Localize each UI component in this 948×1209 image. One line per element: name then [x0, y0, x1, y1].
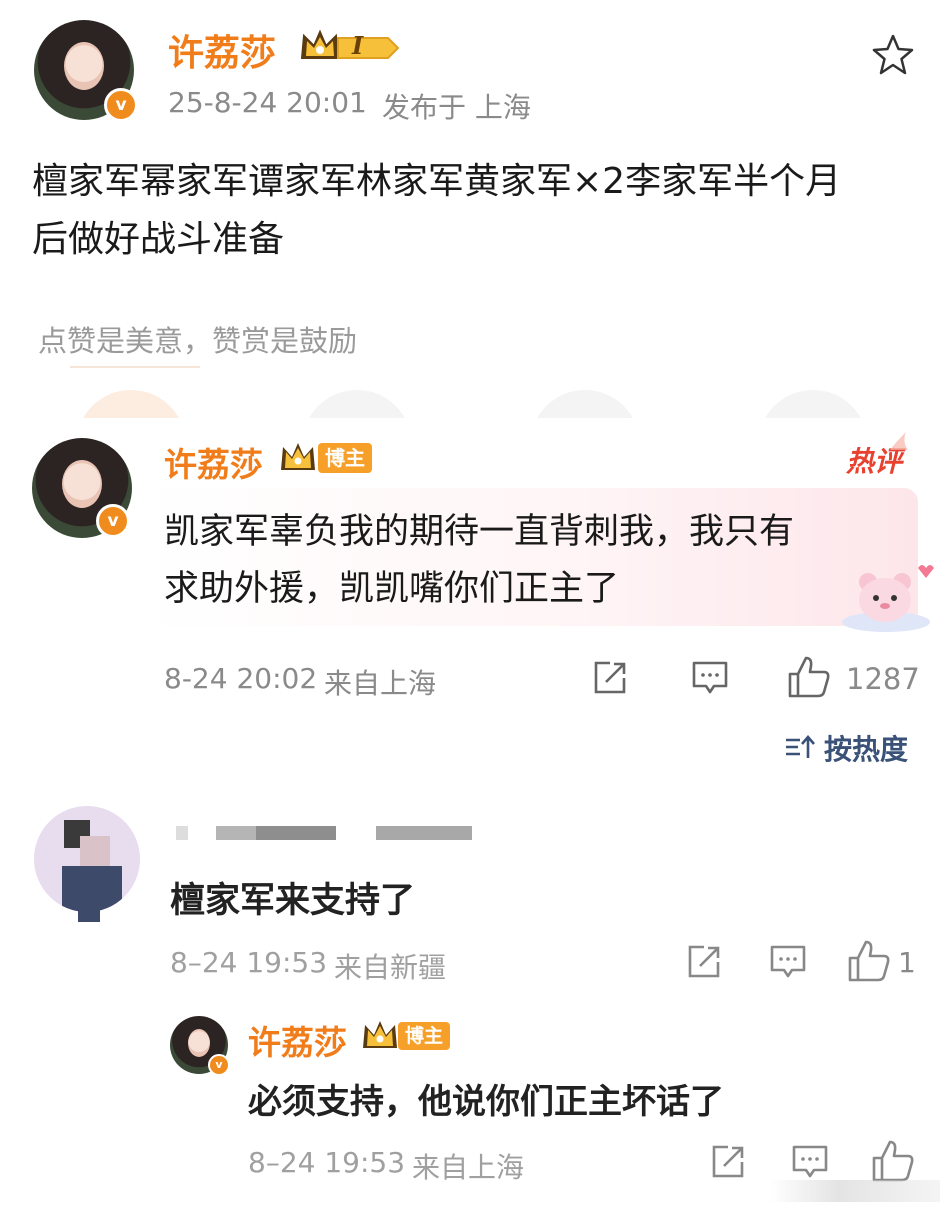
reward-hint: 点赞是美意，赞赏是鼓励: [38, 324, 358, 358]
hot-comment-timestamp: 8-24 20:02: [164, 662, 318, 695]
blogger-badge: 博主: [318, 443, 372, 473]
crown-icon: [281, 443, 315, 470]
comment-icon[interactable]: [768, 942, 808, 982]
crown-icon: [363, 1021, 397, 1048]
share-icon[interactable]: [590, 658, 630, 698]
hot-comment-text: 凯家军辜负我的期待一直背刺我，我只有: [164, 512, 795, 552]
sort-toggle[interactable]: 按热度: [824, 728, 908, 768]
comment-text: 檀家军来支持了: [170, 881, 416, 921]
bear-sticker-icon: [842, 565, 934, 632]
level-badge: I: [352, 31, 364, 60]
star-icon[interactable]: [870, 32, 916, 78]
blogger-badge: 博主: [398, 1022, 450, 1050]
post-location: 发布于 上海: [382, 91, 531, 124]
verified-badge-icon: v: [208, 1054, 230, 1076]
watermark: [770, 1180, 940, 1202]
avatar-pixel-block: [78, 896, 100, 922]
hot-comment-text: 求助外援，凯凯嘴你们正主了: [164, 569, 620, 609]
verified-badge-icon: v: [96, 504, 130, 538]
post-body-line: 后做好战斗准备: [32, 219, 285, 260]
reply-timestamp: 8–24 19:53: [248, 1146, 406, 1179]
flame-icon: [890, 432, 908, 450]
verified-badge-icon: v: [104, 88, 138, 122]
reply-text: 必须支持，他说你们正主坏话了: [248, 1082, 724, 1122]
like-icon[interactable]: [846, 938, 892, 984]
hot-comment-location: 来自上海: [324, 667, 437, 700]
comment-like-count: 1: [898, 946, 916, 979]
comment-icon[interactable]: [790, 1142, 830, 1182]
share-icon[interactable]: [684, 942, 724, 982]
like-icon[interactable]: [870, 1138, 916, 1184]
hot-comment-like-count: 1287: [846, 662, 920, 696]
reward-divider: [70, 366, 200, 368]
post-body-line: 檀家军幂家军谭家军林家军黄家军×2李家军半个月: [32, 161, 842, 202]
comment-timestamp: 8–24 19:53: [170, 946, 328, 979]
like-icon[interactable]: [786, 654, 832, 700]
crown-icon: [300, 29, 400, 59]
sort-icon[interactable]: [784, 732, 818, 762]
reply-location: 来自上海: [412, 1151, 525, 1184]
post-author-name[interactable]: 许荔莎: [168, 24, 276, 76]
blurred-username: [176, 820, 476, 850]
post-timestamp: 25-8-24 20:01: [168, 86, 367, 119]
comment-location: 来自新疆: [334, 951, 447, 984]
reply-author[interactable]: 许荔莎: [248, 1016, 347, 1064]
share-icon[interactable]: [708, 1142, 748, 1182]
comment-icon[interactable]: [690, 658, 730, 698]
hot-comment-author[interactable]: 许荔莎: [164, 438, 263, 486]
